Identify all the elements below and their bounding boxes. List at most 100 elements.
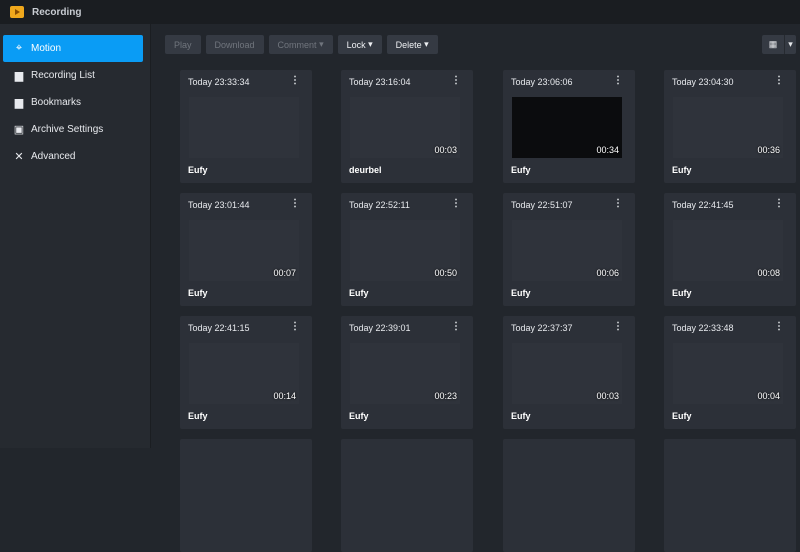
recording-card[interactable]: Today 22:41:15 ⋮ 00:14 Eufy [180,316,312,429]
more-options-icon[interactable]: ⋮ [613,321,623,332]
comment-label: Comment [277,39,317,50]
camera-name: Eufy [511,165,531,175]
recording-thumbnail[interactable]: 00:14 [189,343,299,404]
camera-name: Eufy [188,165,208,175]
chevron-down-icon: ▾ [316,39,324,49]
recording-duration: 00:04 [757,391,780,401]
recording-card[interactable]: Today 23:16:04 ⋮ 00:03 deurbel [341,70,473,183]
recording-card[interactable] [503,439,635,552]
recording-card[interactable]: Today 22:41:45 ⋮ 00:08 Eufy [664,193,796,306]
recording-duration: 00:03 [596,391,619,401]
delete-button[interactable]: Delete ▾ [386,35,438,54]
more-options-icon[interactable]: ⋮ [451,75,461,86]
play-button[interactable]: Play [165,35,201,54]
recording-time: Today 22:41:45 [672,200,734,210]
recording-time: Today 23:04:30 [672,77,734,87]
more-options-icon[interactable]: ⋮ [290,75,300,86]
recording-time: Today 23:01:44 [188,200,250,210]
more-options-icon[interactable]: ⋮ [613,198,623,209]
recording-time: Today 23:16:04 [349,77,411,87]
view-mode-button[interactable]: ▦ ▾ [762,35,796,54]
recording-time: Today 23:33:34 [188,77,250,87]
title-bar: Recording [0,0,800,24]
chevron-down-icon: ▾ [788,39,793,49]
lock-button[interactable]: Lock ▾ [337,35,382,54]
folder-video-icon: ▆ [14,70,24,82]
recording-card[interactable]: Today 22:52:11 ⋮ 00:50 Eufy [341,193,473,306]
camera-name: Eufy [511,411,531,421]
sidebar-item-archive-settings[interactable]: ▣ Archive Settings [3,116,143,143]
crosshair-icon: ⌖ [15,42,23,54]
more-options-icon[interactable]: ⋮ [774,321,784,332]
recording-duration: 00:14 [273,391,296,401]
recording-card[interactable]: Today 22:37:37 ⋮ 00:03 Eufy [503,316,635,429]
recording-thumbnail[interactable]: 00:07 [189,220,299,281]
recording-duration: 00:06 [596,268,619,278]
sidebar-item-recording-list[interactable]: ▆ Recording List [3,62,143,89]
recording-thumbnail[interactable]: 00:50 [350,220,460,281]
recording-time: Today 22:37:37 [511,323,573,333]
folder-bookmark-icon: ▆ [14,97,24,109]
recording-thumbnail[interactable]: 00:36 [673,97,783,158]
recording-card[interactable]: Today 22:33:48 ⋮ 00:04 Eufy [664,316,796,429]
recording-card[interactable] [341,439,473,552]
more-options-icon[interactable]: ⋮ [613,75,623,86]
recording-time: Today 22:39:01 [349,323,411,333]
recording-thumbnail[interactable]: 00:34 [512,97,622,158]
recording-card[interactable]: Today 23:01:44 ⋮ 00:07 Eufy [180,193,312,306]
recording-time: Today 23:06:06 [511,77,573,87]
app-title: Recording [32,6,82,18]
tools-icon: ✕ [14,151,24,163]
camera-name: Eufy [349,288,369,298]
recording-thumbnail[interactable]: 00:23 [350,343,460,404]
recording-thumbnail[interactable]: 00:03 [350,97,460,158]
recording-card[interactable]: Today 23:33:34 ⋮ Eufy [180,70,312,183]
sidebar-item-label: Archive Settings [31,124,104,135]
recording-card[interactable] [180,439,312,552]
camera-name: Eufy [672,165,692,175]
more-options-icon[interactable]: ⋮ [290,198,300,209]
recording-time: Today 22:52:11 [349,200,410,210]
more-options-icon[interactable]: ⋮ [451,321,461,332]
recording-time: Today 22:51:07 [511,200,573,210]
recording-thumbnail[interactable]: 00:08 [673,220,783,281]
comment-button[interactable]: Comment ▾ [268,35,333,54]
more-options-icon[interactable]: ⋮ [774,75,784,86]
sidebar-item-advanced[interactable]: ✕ Advanced [3,143,143,170]
recording-card[interactable]: Today 23:06:06 ⋮ 00:34 Eufy [503,70,635,183]
chevron-down-icon: ▾ [421,39,429,49]
recording-thumbnail[interactable] [189,97,299,158]
recording-duration: 00:36 [757,145,780,155]
recording-thumbnail[interactable]: 00:06 [512,220,622,281]
recording-time: Today 22:33:48 [672,323,734,333]
more-options-icon[interactable]: ⋮ [451,198,461,209]
recording-card[interactable]: Today 22:51:07 ⋮ 00:06 Eufy [503,193,635,306]
recording-duration: 00:07 [273,268,296,278]
sidebar-item-label: Advanced [31,151,76,162]
recording-duration: 00:23 [434,391,457,401]
camera-name: Eufy [188,288,208,298]
recording-card[interactable]: Today 23:04:30 ⋮ 00:36 Eufy [664,70,796,183]
camera-name: Eufy [349,411,369,421]
recording-thumbnail[interactable]: 00:04 [673,343,783,404]
toolbar: Play Download Comment ▾ Lock ▾ Delete ▾ [165,35,438,54]
camera-name: deurbel [349,165,382,175]
recording-card[interactable] [664,439,796,552]
sidebar: ⌖ Motion ▆ Recording List ▆ Bookmarks ▣ Arch… [0,24,151,448]
camera-name: Eufy [511,288,531,298]
download-button[interactable]: Download [205,35,264,54]
recording-thumbnail[interactable]: 00:03 [512,343,622,404]
sidebar-item-bookmarks[interactable]: ▆ Bookmarks [3,89,143,116]
recording-duration: 00:03 [434,145,457,155]
lock-label: Lock [346,39,366,50]
chevron-down-icon: ▾ [365,39,373,49]
more-options-icon[interactable]: ⋮ [290,321,300,332]
camera-name: Eufy [672,411,692,421]
delete-label: Delete [395,39,422,50]
archive-icon: ▣ [13,124,25,136]
recording-card[interactable]: Today 22:39:01 ⋮ 00:23 Eufy [341,316,473,429]
sidebar-item-motion[interactable]: ⌖ Motion [3,35,143,62]
camera-name: Eufy [188,411,208,421]
more-options-icon[interactable]: ⋮ [774,198,784,209]
recording-duration: 00:34 [596,145,619,155]
